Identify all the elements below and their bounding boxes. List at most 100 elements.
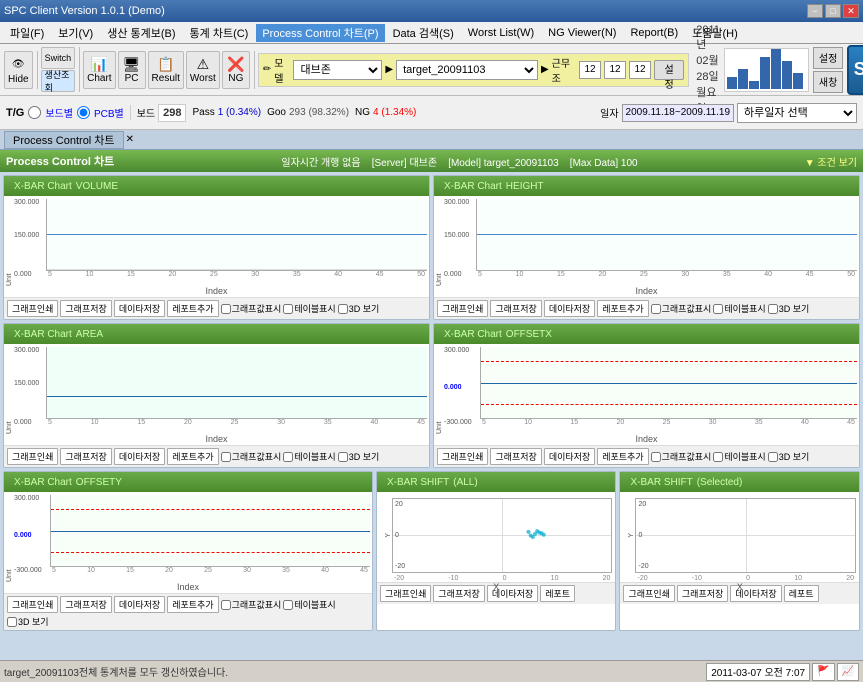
minimize-button[interactable]: − bbox=[807, 4, 823, 18]
report-btn-offsety[interactable]: 레포트추가 bbox=[167, 596, 218, 613]
setting-side-button[interactable]: 설정 bbox=[813, 47, 843, 69]
chart-offsety: X-BAR Chart OFFSETY Unit 300.000 0.000 -… bbox=[3, 471, 373, 631]
maximize-button[interactable]: □ bbox=[825, 4, 841, 18]
chart-offsety-buttons: 그래프인쇄 그래프저장 데이타저장 레포트추가 그래프값표시 테이블표시 3D … bbox=[4, 593, 372, 630]
print-btn-volume[interactable]: 그래프인쇄 bbox=[7, 300, 58, 317]
ng-value: 4 (1.34%) bbox=[373, 107, 416, 118]
chart-button[interactable]: 📊 Chart bbox=[83, 51, 115, 89]
y-axis-shift-selected: Y bbox=[623, 533, 635, 538]
flag-icon: 🚩 bbox=[817, 666, 829, 677]
new-window-button[interactable]: 새창 bbox=[813, 71, 843, 93]
show-values-height[interactable]: 그래프값표시 bbox=[651, 300, 712, 317]
chart-volume-title: X-BAR Chart VOLUME bbox=[4, 176, 429, 196]
chart-small-icon: 📈 bbox=[842, 666, 854, 677]
y-axis-unit-offsety: Unit bbox=[6, 495, 13, 582]
workplace-input1[interactable] bbox=[579, 61, 601, 79]
chart-height-title: X-BAR Chart HEIGHT bbox=[434, 176, 859, 196]
save-btn-offsetx[interactable]: 그래프저장 bbox=[490, 448, 541, 465]
app-title: SPC Client Version 1.0.1 (Demo) bbox=[4, 5, 807, 17]
report-btn-area[interactable]: 레포트추가 bbox=[167, 448, 218, 465]
spc-main-button[interactable]: SPC bbox=[847, 45, 863, 95]
data-save-btn-volume[interactable]: 데이타저장 bbox=[114, 300, 165, 317]
model-label: 모델 bbox=[274, 55, 290, 85]
show-table-volume[interactable]: 테이블표시 bbox=[283, 300, 335, 317]
y-mid-volume: 150.000 bbox=[14, 232, 39, 239]
y-max-volume: 300.000 bbox=[14, 199, 39, 206]
result-icon: 📋 bbox=[157, 56, 174, 73]
menu-file[interactable]: 파일(F) bbox=[4, 24, 50, 42]
show-table-offsety[interactable]: 테이블표시 bbox=[283, 596, 335, 613]
x-label-offsetx: Index bbox=[434, 434, 859, 445]
ng-button[interactable]: ❌ NG bbox=[222, 51, 250, 89]
chart-volume: X-BAR Chart VOLUME Unit 300.000 150.000 … bbox=[3, 175, 430, 320]
pc-subtitle: 일자시간 개행 없음 [Server] 대브존 [Model] target_2… bbox=[281, 154, 637, 169]
chart-shift-selected-title: X-BAR SHIFT (Selected) bbox=[620, 472, 859, 492]
print-btn-offsetx[interactable]: 그래프인쇄 bbox=[437, 448, 488, 465]
settings-button[interactable]: 설정 bbox=[654, 60, 684, 80]
data-save-btn-height[interactable]: 데이타저장 bbox=[544, 300, 595, 317]
show-table-area[interactable]: 테이블표시 bbox=[283, 448, 335, 465]
goo-value: 293 (98.32%) bbox=[289, 107, 349, 118]
model-select[interactable]: 대브존 bbox=[293, 60, 382, 80]
switch-button[interactable]: Switch bbox=[41, 47, 76, 69]
workplace-input3[interactable] bbox=[629, 61, 651, 79]
ng-label: NG bbox=[355, 107, 370, 118]
y-axis-unit-offsetx: Unit bbox=[436, 347, 443, 434]
data-save-btn-area[interactable]: 데이타저장 bbox=[114, 448, 165, 465]
show-3d-offsety[interactable]: 3D 보기 bbox=[7, 615, 49, 628]
pencil-icon: ✏ bbox=[263, 64, 271, 75]
chart-offsetx-title: X-BAR Chart OFFSETX bbox=[434, 324, 859, 344]
show-values-offsetx[interactable]: 그래프값표시 bbox=[651, 448, 712, 465]
mini-bar-chart bbox=[724, 48, 809, 92]
hide-button[interactable]: 👁 Hide bbox=[4, 51, 33, 89]
report-btn-height[interactable]: 레포트추가 bbox=[597, 300, 648, 317]
close-button[interactable]: ✕ bbox=[843, 4, 859, 18]
show-3d-area[interactable]: 3D 보기 bbox=[338, 448, 380, 465]
status-datetime: 2011-03-07 오전 7:07 bbox=[706, 663, 810, 681]
date-label: 일자 bbox=[600, 105, 618, 120]
pcb-radio[interactable] bbox=[77, 106, 90, 119]
report-btn-volume[interactable]: 레포트추가 bbox=[167, 300, 218, 317]
show-values-area[interactable]: 그래프값표시 bbox=[221, 448, 282, 465]
close-tab-icon[interactable]: ✕ bbox=[126, 134, 134, 145]
target-select[interactable]: target_20091103 bbox=[396, 60, 538, 80]
show-table-offsetx[interactable]: 테이블표시 bbox=[713, 448, 765, 465]
print-btn-offsety[interactable]: 그래프인쇄 bbox=[7, 596, 58, 613]
report-btn-offsetx[interactable]: 레포트추가 bbox=[597, 448, 648, 465]
print-btn-height[interactable]: 그래프인쇄 bbox=[437, 300, 488, 317]
show-3d-height[interactable]: 3D 보기 bbox=[768, 300, 810, 317]
save-btn-offsety[interactable]: 그래프저장 bbox=[60, 596, 111, 613]
pc-button[interactable]: 🖥 PC bbox=[118, 51, 146, 89]
condition-toggle[interactable]: ▼ 조건 보기 bbox=[805, 154, 857, 169]
data-save-btn-offsetx[interactable]: 데이타저장 bbox=[544, 448, 595, 465]
date-select[interactable]: 하루일자 선택 bbox=[737, 103, 857, 123]
result-button[interactable]: 📋 Result bbox=[148, 51, 184, 89]
chart-height: X-BAR Chart HEIGHT Unit 300.000 150.000 … bbox=[433, 175, 860, 320]
pc-icon: 🖥 bbox=[123, 56, 141, 73]
pass-value: 1 (0.34%) bbox=[218, 107, 261, 118]
production-button[interactable]: 생산조회 bbox=[41, 70, 76, 92]
menu-production[interactable]: 생산 통계보(B) bbox=[101, 24, 181, 42]
status-message: target_20091103전체 통계처를 모두 갱신하였습니다. bbox=[4, 664, 706, 679]
show-3d-offsetx[interactable]: 3D 보기 bbox=[768, 448, 810, 465]
save-btn-area[interactable]: 그래프저장 bbox=[60, 448, 111, 465]
chart-area: X-BAR Chart AREA Unit 300.000 150.000 0.… bbox=[3, 323, 430, 468]
shift-all-dots bbox=[393, 499, 611, 572]
show-3d-volume[interactable]: 3D 보기 bbox=[338, 300, 380, 317]
save-btn-volume[interactable]: 그래프저장 bbox=[60, 300, 111, 317]
data-save-btn-offsety[interactable]: 데이타저장 bbox=[114, 596, 165, 613]
show-values-offsety[interactable]: 그래프값표시 bbox=[221, 596, 282, 613]
menu-stats[interactable]: 통계 차트(C) bbox=[184, 24, 255, 42]
y-axis-unit-height: Unit bbox=[436, 199, 443, 286]
print-btn-area[interactable]: 그래프인쇄 bbox=[7, 448, 58, 465]
show-table-height[interactable]: 테이블표시 bbox=[713, 300, 765, 317]
save-btn-height[interactable]: 그래프저장 bbox=[490, 300, 541, 317]
show-values-volume[interactable]: 그래프값표시 bbox=[221, 300, 282, 317]
x-ticks-volume: 5101520253035404550 bbox=[46, 271, 427, 278]
workplace-label: 근무조 bbox=[552, 55, 576, 85]
x-label-offsety: Index bbox=[4, 582, 372, 593]
board-radio[interactable] bbox=[28, 106, 41, 119]
worst-button[interactable]: ⚠ Worst bbox=[186, 51, 220, 89]
workplace-input2[interactable] bbox=[604, 61, 626, 79]
menu-view[interactable]: 보기(V) bbox=[52, 24, 99, 42]
